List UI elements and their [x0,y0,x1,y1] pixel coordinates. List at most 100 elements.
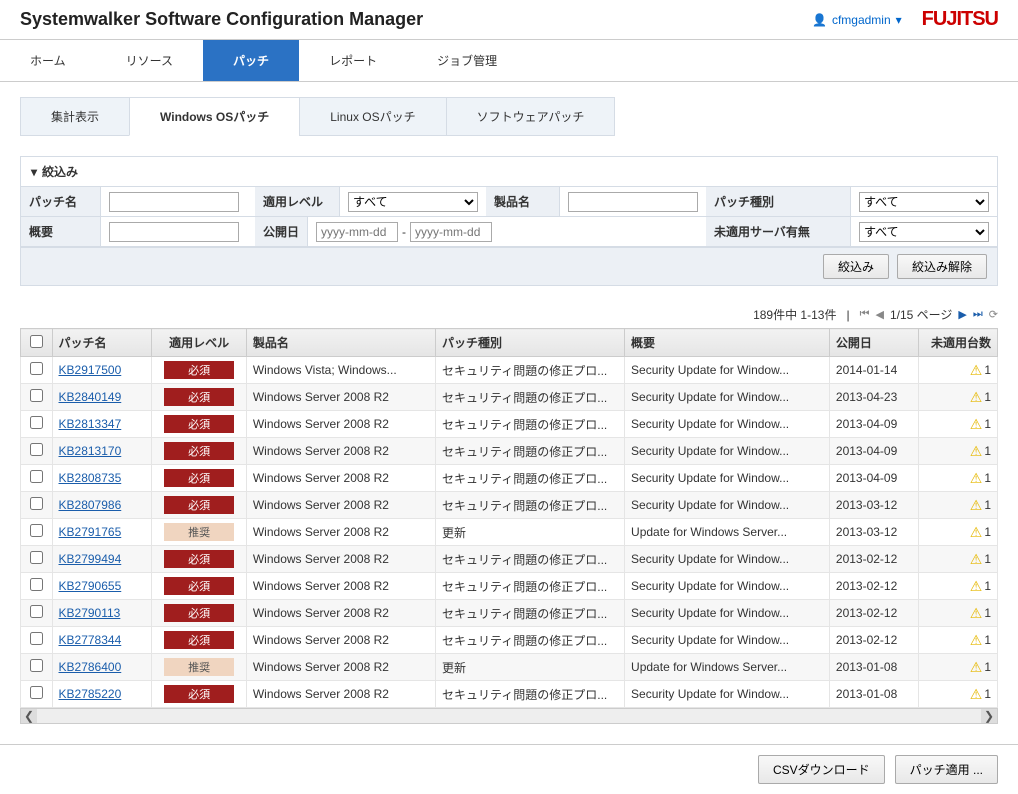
refresh-icon[interactable]: ⟳ [989,308,998,321]
cell-product: Windows Server 2008 R2 [246,519,435,546]
patch-link[interactable]: KB2785220 [59,687,122,701]
patch-link[interactable]: KB2807986 [59,498,122,512]
prev-page-icon[interactable]: ◀ [875,308,883,321]
select-all-checkbox[interactable] [30,335,43,348]
row-checkbox[interactable] [30,524,43,537]
label-patch-type: パッチ種別 [706,187,851,216]
patch-link[interactable]: KB2917500 [59,363,122,377]
patch-link[interactable]: KB2799494 [59,552,122,566]
table-row: KB2785220必須Windows Server 2008 R2セキュリティ問… [21,681,998,708]
main-nav-item[interactable]: パッチ [203,40,299,81]
patch-apply-button[interactable]: パッチ適用 ... [895,755,998,784]
patch-link[interactable]: KB2790113 [59,606,121,620]
header-unapplied[interactable]: 未適用台数 [919,329,998,357]
header-patch-name[interactable]: パッチ名 [52,329,152,357]
filter-button[interactable]: 絞込み [823,254,889,279]
scroll-right-icon[interactable]: ❯ [981,709,997,723]
cell-summary: Security Update for Window... [625,681,830,708]
row-checkbox[interactable] [30,686,43,699]
row-checkbox[interactable] [30,632,43,645]
cell-type: セキュリティ問題の修正プロ... [435,465,624,492]
date-to-input[interactable] [410,222,492,242]
patch-link[interactable]: KB2808735 [59,471,122,485]
row-checkbox[interactable] [30,578,43,591]
unapplied-count: ⚠1 [925,659,991,676]
sub-tab[interactable]: Linux OSパッチ [299,97,446,136]
warning-icon: ⚠ [970,632,983,649]
cell-date: 2013-04-09 [829,438,918,465]
level-badge: 必須 [164,604,234,622]
page-indicator: 1/15 ページ [890,306,952,323]
table-row: KB2799494必須Windows Server 2008 R2セキュリティ問… [21,546,998,573]
apply-level-select[interactable]: すべて [348,192,478,212]
sub-tab[interactable]: Windows OSパッチ [129,97,300,136]
patch-link[interactable]: KB2813170 [59,444,122,458]
table-row: KB2808735必須Windows Server 2008 R2セキュリティ問… [21,465,998,492]
table-row: KB2786400推奨Windows Server 2008 R2更新Updat… [21,654,998,681]
unapplied-server-select[interactable]: すべて [859,222,989,242]
user-menu[interactable]: 👤 cfmgadmin ▾ [812,13,902,27]
unapplied-count: ⚠1 [925,578,991,595]
csv-download-button[interactable]: CSVダウンロード [758,755,885,784]
cell-date: 2013-01-08 [829,654,918,681]
sub-tab[interactable]: ソフトウェアパッチ [446,97,616,136]
row-checkbox[interactable] [30,443,43,456]
cell-date: 2013-02-12 [829,573,918,600]
last-page-icon[interactable]: ⏭ [973,308,983,321]
main-nav-item[interactable]: レポート [299,40,407,81]
next-page-icon[interactable]: ▶ [958,308,966,321]
pagination-bar: 189件中 1-13件 | ⏮ ◀ 1/15 ページ ▶ ⏭ ⟳ [0,306,1018,328]
unapplied-count: ⚠1 [925,362,991,379]
cell-date: 2013-02-12 [829,627,918,654]
patch-link[interactable]: KB2778344 [59,633,122,647]
summary-input[interactable] [109,222,239,242]
patch-type-select[interactable]: すべて [859,192,989,212]
patch-link[interactable]: KB2840149 [59,390,122,404]
header-summary[interactable]: 概要 [625,329,830,357]
cell-type: セキュリティ問題の修正プロ... [435,546,624,573]
unapplied-count: ⚠1 [925,524,991,541]
row-checkbox[interactable] [30,470,43,483]
patch-link[interactable]: KB2791765 [59,525,122,539]
cell-product: Windows Server 2008 R2 [246,384,435,411]
cell-type: セキュリティ問題の修正プロ... [435,438,624,465]
patch-link[interactable]: KB2786400 [59,660,122,674]
level-badge: 必須 [164,415,234,433]
header-level[interactable]: 適用レベル [152,329,247,357]
main-nav-item[interactable]: ホーム [0,40,96,81]
main-nav-item[interactable]: ジョブ管理 [407,40,527,81]
row-checkbox[interactable] [30,362,43,375]
warning-icon: ⚠ [970,578,983,595]
row-checkbox[interactable] [30,659,43,672]
header-product[interactable]: 製品名 [246,329,435,357]
filter-toggle[interactable]: ▾ 絞込み [21,157,997,187]
row-checkbox[interactable] [30,551,43,564]
patch-link[interactable]: KB2813347 [59,417,122,431]
row-checkbox[interactable] [30,389,43,402]
row-checkbox[interactable] [30,497,43,510]
cell-product: Windows Server 2008 R2 [246,438,435,465]
patch-link[interactable]: KB2790655 [59,579,122,593]
table-row: KB2807986必須Windows Server 2008 R2セキュリティ問… [21,492,998,519]
cell-summary: Security Update for Window... [625,546,830,573]
patch-name-input[interactable] [109,192,239,212]
horizontal-scrollbar[interactable]: ❮ ❯ [20,708,998,724]
row-checkbox[interactable] [30,605,43,618]
sub-tab[interactable]: 集計表示 [20,97,130,136]
unapplied-count: ⚠1 [925,632,991,649]
label-publish-date: 公開日 [255,217,308,246]
first-page-icon[interactable]: ⏮ [860,308,870,321]
header-type[interactable]: パッチ種別 [435,329,624,357]
cell-product: Windows Server 2008 R2 [246,654,435,681]
main-nav-item[interactable]: リソース [96,40,203,81]
unapplied-count: ⚠1 [925,443,991,460]
scroll-left-icon[interactable]: ❮ [21,709,37,723]
clear-filter-button[interactable]: 絞込み解除 [897,254,987,279]
warning-icon: ⚠ [970,362,983,379]
row-checkbox[interactable] [30,416,43,429]
product-name-input[interactable] [568,192,698,212]
header-date[interactable]: 公開日 [829,329,918,357]
label-summary: 概要 [21,217,101,246]
level-badge: 推奨 [164,523,234,541]
date-from-input[interactable] [316,222,398,242]
